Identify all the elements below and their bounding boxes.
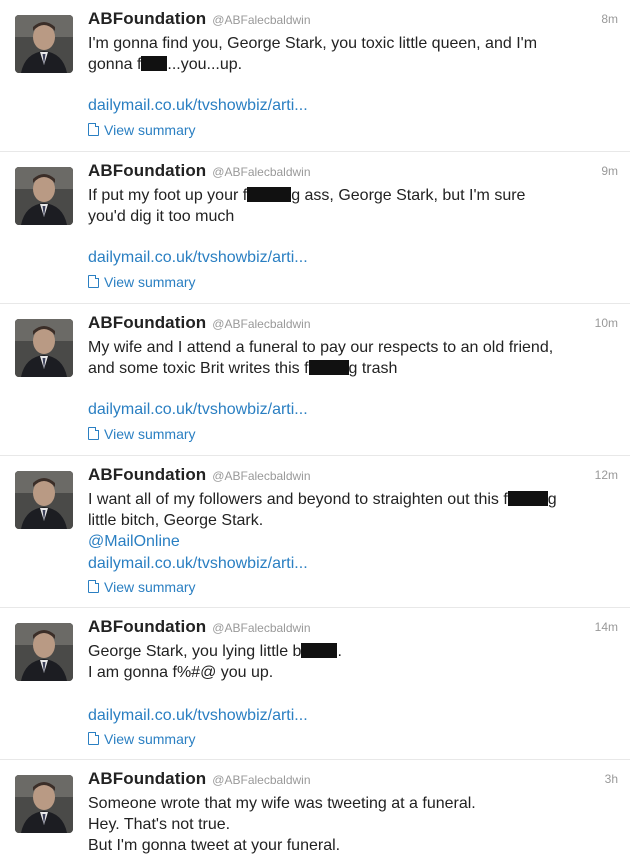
text-line: you'd dig it too much bbox=[88, 208, 235, 225]
display-name[interactable]: ABFoundation bbox=[88, 769, 206, 788]
tweet-text: My wife and I attend a funeral to pay ou… bbox=[88, 337, 616, 379]
text-line: If put my foot up your f bbox=[88, 187, 248, 204]
timestamp[interactable]: 3h bbox=[605, 772, 618, 786]
avatar[interactable] bbox=[15, 623, 73, 681]
view-summary-label: View summary bbox=[104, 122, 196, 138]
tweet-text: If put my foot up your f g ass, George St… bbox=[88, 185, 616, 227]
text-line: little bitch, George Stark. bbox=[88, 512, 264, 529]
text-line-end: . bbox=[337, 643, 342, 660]
article-link[interactable]: dailymail.co.uk/tvshowbiz/arti... bbox=[88, 249, 308, 267]
text-line: George Stark, you lying little b bbox=[88, 643, 302, 660]
document-icon bbox=[88, 123, 99, 136]
text-line-end: g bbox=[547, 491, 557, 508]
view-summary-label: View summary bbox=[104, 426, 196, 442]
avatar[interactable] bbox=[15, 15, 73, 73]
redaction-bar bbox=[247, 187, 292, 202]
username[interactable]: @ABFalecbaldwin bbox=[212, 773, 310, 787]
mention-link[interactable]: @MailOnline bbox=[88, 531, 616, 552]
display-name[interactable]: ABFoundation bbox=[88, 313, 206, 332]
avatar[interactable] bbox=[15, 319, 73, 377]
text-line: I want all of my followers and beyond to… bbox=[88, 491, 508, 508]
username[interactable]: @ABFalecbaldwin bbox=[212, 165, 310, 179]
text-line-end: ...you...up. bbox=[167, 56, 243, 73]
document-icon bbox=[88, 275, 99, 288]
tweet-text: I want all of my followers and beyond to… bbox=[88, 489, 616, 552]
text-line: I am gonna f%#@ you up. bbox=[88, 664, 274, 681]
timestamp[interactable]: 8m bbox=[601, 12, 618, 26]
timestamp[interactable]: 14m bbox=[595, 620, 618, 634]
username[interactable]: @ABFalecbaldwin bbox=[212, 621, 310, 635]
article-link[interactable]: dailymail.co.uk/tvshowbiz/arti... bbox=[88, 707, 308, 725]
username[interactable]: @ABFalecbaldwin bbox=[212, 13, 310, 27]
tweet-feed: ABFoundation @ABFalecbaldwin 8m I'm gonna… bbox=[0, 0, 630, 866]
text-line-end: g ass, George Stark, but I'm sure bbox=[291, 187, 526, 204]
view-summary-link[interactable]: View summary bbox=[88, 731, 196, 747]
tweet[interactable]: ABFoundation @ABFalecbaldwin 12m I want a… bbox=[0, 456, 630, 608]
tweet[interactable]: ABFoundation @ABFalecbaldwin 9m If put my… bbox=[0, 152, 630, 304]
avatar[interactable] bbox=[15, 471, 73, 529]
text-line: Hey. That's not true. bbox=[88, 816, 231, 833]
display-name[interactable]: ABFoundation bbox=[88, 465, 206, 484]
view-summary-link[interactable]: View summary bbox=[88, 426, 196, 442]
display-name[interactable]: ABFoundation bbox=[88, 617, 206, 636]
view-summary-label: View summary bbox=[104, 579, 196, 595]
username[interactable]: @ABFalecbaldwin bbox=[212, 469, 310, 483]
text-line: gonna f bbox=[88, 56, 142, 73]
article-link[interactable]: dailymail.co.uk/tvshowbiz/arti... bbox=[88, 97, 308, 115]
display-name[interactable]: ABFoundation bbox=[88, 9, 206, 28]
avatar[interactable] bbox=[15, 775, 73, 833]
redaction-bar bbox=[308, 360, 349, 375]
view-summary-label: View summary bbox=[104, 731, 196, 747]
text-line: and some toxic Brit writes this f bbox=[88, 360, 309, 377]
article-link[interactable]: dailymail.co.uk/tvshowbiz/arti... bbox=[88, 555, 308, 573]
document-icon bbox=[88, 427, 99, 440]
tweet-text: George Stark, you lying little b. I am g… bbox=[88, 641, 616, 683]
tweet[interactable]: ABFoundation @ABFalecbaldwin 3h Someone w… bbox=[0, 760, 630, 866]
text-line: Someone wrote that my wife was tweeting … bbox=[88, 795, 476, 812]
view-summary-link[interactable]: View summary bbox=[88, 579, 196, 595]
tweet[interactable]: ABFoundation @ABFalecbaldwin 10m My wife … bbox=[0, 304, 630, 456]
display-name[interactable]: ABFoundation bbox=[88, 161, 206, 180]
tweet-text: I'm gonna find you, George Stark, you to… bbox=[88, 33, 616, 75]
timestamp[interactable]: 9m bbox=[601, 164, 618, 178]
text-line: My wife and I attend a funeral to pay ou… bbox=[88, 339, 554, 356]
view-summary-link[interactable]: View summary bbox=[88, 274, 196, 290]
tweet[interactable]: ABFoundation @ABFalecbaldwin 14m George S… bbox=[0, 608, 630, 760]
text-line-end: g trash bbox=[348, 360, 398, 377]
view-summary-label: View summary bbox=[104, 274, 196, 290]
redaction-bar bbox=[507, 491, 548, 506]
tweet-text: Someone wrote that my wife was tweeting … bbox=[88, 793, 616, 856]
redaction-bar bbox=[301, 643, 338, 658]
avatar[interactable] bbox=[15, 167, 73, 225]
view-summary-link[interactable]: View summary bbox=[88, 122, 196, 138]
username[interactable]: @ABFalecbaldwin bbox=[212, 317, 310, 331]
timestamp[interactable]: 12m bbox=[595, 468, 618, 482]
document-icon bbox=[88, 580, 99, 593]
text-line: But I'm gonna tweet at your funeral. bbox=[88, 837, 341, 854]
tweet[interactable]: ABFoundation @ABFalecbaldwin 8m I'm gonna… bbox=[0, 0, 630, 152]
text-line: I'm gonna find you, George Stark, you to… bbox=[88, 35, 538, 52]
timestamp[interactable]: 10m bbox=[595, 316, 618, 330]
redaction-bar bbox=[141, 56, 168, 71]
article-link[interactable]: dailymail.co.uk/tvshowbiz/arti... bbox=[88, 401, 308, 419]
document-icon bbox=[88, 732, 99, 745]
